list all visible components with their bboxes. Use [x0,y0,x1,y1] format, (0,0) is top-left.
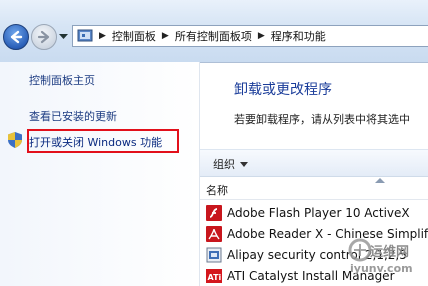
alipay-icon [206,247,222,263]
watermark-text: 运维网 [370,245,410,260]
history-dropdown-icon[interactable] [59,34,68,40]
organize-button[interactable]: 组织 [213,156,248,172]
forward-button[interactable] [31,24,57,50]
breadcrumb-separator[interactable]: ▶ [99,31,106,41]
control-panel-icon [77,29,93,42]
chevron-down-icon [240,161,248,167]
arrow-right-icon [37,30,50,44]
address-toolbar: ▶ 控制面板 ▶ 所有控制面板项 ▶ 程序和功能 [0,0,428,63]
adobe-reader-icon [206,226,222,242]
sort-up-icon [375,178,385,183]
address-bar[interactable]: ▶ 控制面板 ▶ 所有控制面板项 ▶ 程序和功能 [72,25,428,47]
ati-icon: ATi [206,269,222,283]
task-pane: 控制面板主页 查看已安装的更新 打开或关闭 Windows 功能 [0,62,199,286]
breadcrumb-programs-features[interactable]: 程序和功能 [271,28,326,44]
breadcrumb-all-items[interactable]: 所有控制面板项 [175,28,252,44]
column-header-label: 名称 [206,184,228,197]
back-button[interactable] [3,24,29,50]
uac-shield-icon [8,132,22,148]
adobe-flash-icon [206,205,222,221]
watermark-url: iyunv.com [350,262,413,275]
organize-label: 组织 [213,158,235,171]
breadcrumb-separator[interactable]: ▶ [258,31,265,41]
column-header-name[interactable]: 名称 [200,177,428,200]
command-bar: 组织 [200,149,428,177]
highlight-box [27,129,179,153]
breadcrumb-separator[interactable]: ▶ [162,31,169,41]
program-name: Adobe Flash Player 10 ActiveX [227,206,410,220]
svg-text:ATi: ATi [208,273,222,282]
task-control-panel-home[interactable]: 控制面板主页 [29,72,95,88]
breadcrumb-control-panel[interactable]: 控制面板 [112,28,156,44]
page-subtitle: 若要卸载程序，请从列表中将其选中 [234,113,410,126]
arrow-left-icon [10,30,23,44]
page-title: 卸载或更改程序 [234,82,332,98]
list-item[interactable]: Adobe Flash Player 10 ActiveX [206,203,428,223]
task-view-installed-updates[interactable]: 查看已安装的更新 [29,108,117,124]
